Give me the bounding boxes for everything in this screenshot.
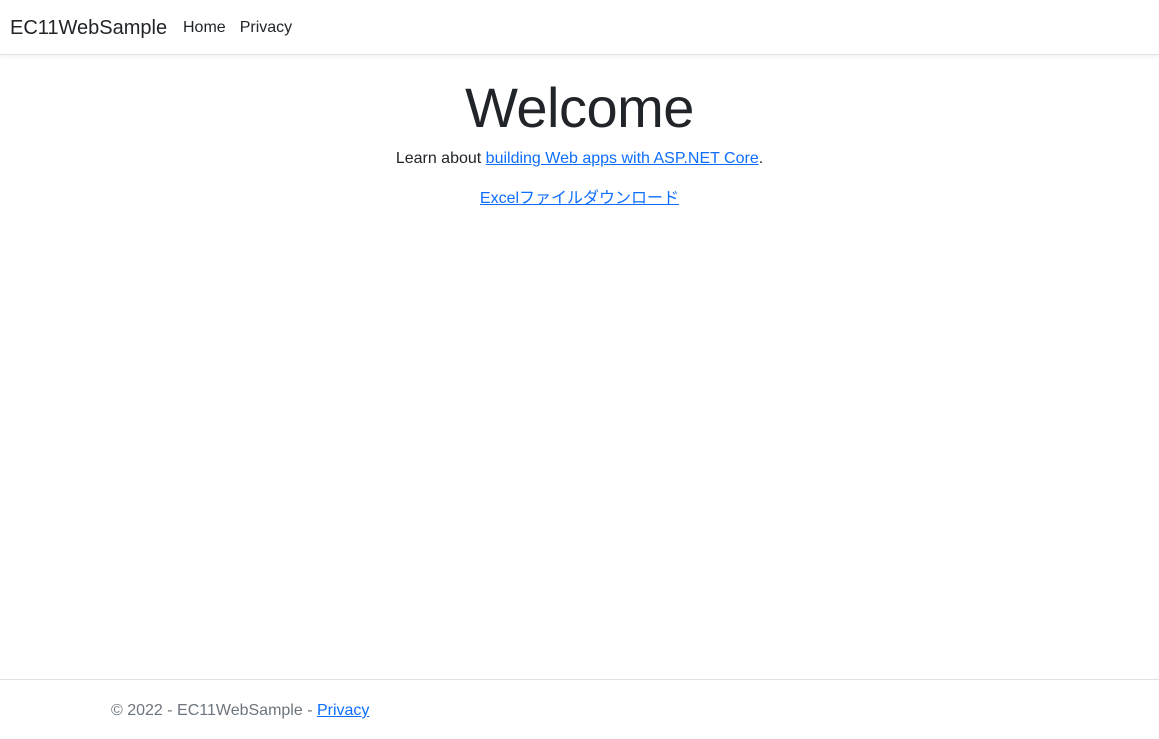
intro-paragraph: Learn about building Web apps with ASP.N… (0, 148, 1159, 170)
brand-link[interactable]: EC11WebSample (10, 15, 167, 41)
aspnet-docs-link[interactable]: building Web apps with ASP.NET Core (486, 150, 759, 167)
download-container: Excelファイルダウンロード (0, 188, 1159, 210)
copyright-text: © 2022 - EC11WebSample - (111, 702, 317, 719)
footer-privacy-link[interactable]: Privacy (317, 702, 369, 719)
page-footer: © 2022 - EC11WebSample - Privacy (0, 679, 1159, 739)
intro-prefix-text: Learn about (395, 150, 486, 167)
nav-home-link[interactable]: Home (176, 17, 233, 39)
welcome-heading: Welcome (465, 76, 694, 139)
nav-privacy-link[interactable]: Privacy (233, 17, 299, 39)
excel-download-link[interactable]: Excelファイルダウンロード (480, 190, 679, 207)
top-navbar: EC11WebSample Home Privacy (0, 0, 1159, 55)
intro-suffix-text: . (758, 150, 764, 167)
nav-links: Home Privacy (176, 17, 299, 39)
footer-text: © 2022 - EC11WebSample - Privacy (111, 700, 369, 722)
